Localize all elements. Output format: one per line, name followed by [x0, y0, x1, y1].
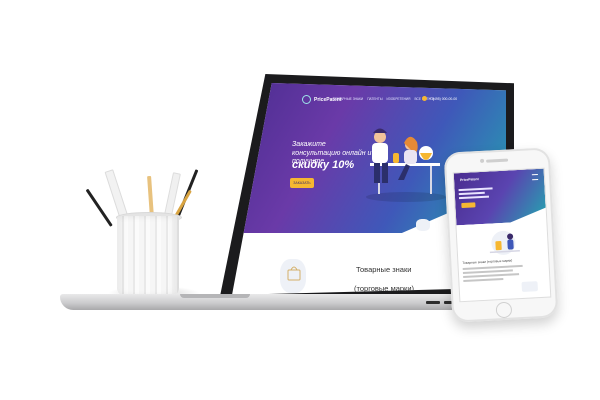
nav-link-patents[interactable]: ПАТЕНТЫ — [367, 97, 382, 101]
mobile-text-line — [463, 277, 504, 282]
pen-cup-icon — [117, 216, 179, 296]
header-phone[interactable]: +7(495) 000-00-00 — [429, 97, 457, 101]
shopping-bag-icon — [287, 266, 301, 281]
nav-link-inventions[interactable]: ИЗОБРЕТЕНИЯ — [387, 97, 411, 101]
mobile-card-icon — [521, 281, 538, 292]
hero-discount: скидку 10% — [292, 159, 355, 171]
phone-camera — [479, 158, 485, 163]
section-title: Товарные знаки — [356, 265, 412, 274]
menu-icon[interactable] — [531, 173, 539, 181]
laptop-port — [426, 301, 440, 304]
mobile-section-heading: Товарные знаки (торговые марки) — [462, 258, 513, 266]
phone-icon — [422, 96, 427, 101]
home-button[interactable] — [495, 301, 513, 319]
pencil-black-left — [85, 188, 113, 227]
mobile-order-button[interactable] — [461, 202, 476, 209]
phone-screen: PricePatent Товарные знаки (торговые мар… — [452, 167, 552, 303]
person-illustration-icon — [366, 128, 446, 202]
order-button[interactable]: ЗАКАЗАТЬ — [290, 178, 314, 188]
decor-shape — [416, 219, 430, 231]
logo-icon — [302, 95, 311, 104]
phone-device: PricePatent Товарные знаки (торговые мар… — [443, 147, 559, 323]
mobile-text-line — [463, 273, 520, 278]
mobile-text-line — [462, 264, 523, 270]
main-nav: ТОВАРНЫЕ ЗНАКИ ПАТЕНТЫ ИЗОБРЕТЕНИЯ ВСЕ У… — [334, 97, 434, 101]
laptop-notch — [180, 294, 250, 298]
nav-link-trademarks[interactable]: ТОВАРНЫЕ ЗНАКИ — [334, 97, 363, 101]
mobile-illustration-icon — [489, 230, 520, 255]
phone-speaker — [486, 158, 509, 163]
